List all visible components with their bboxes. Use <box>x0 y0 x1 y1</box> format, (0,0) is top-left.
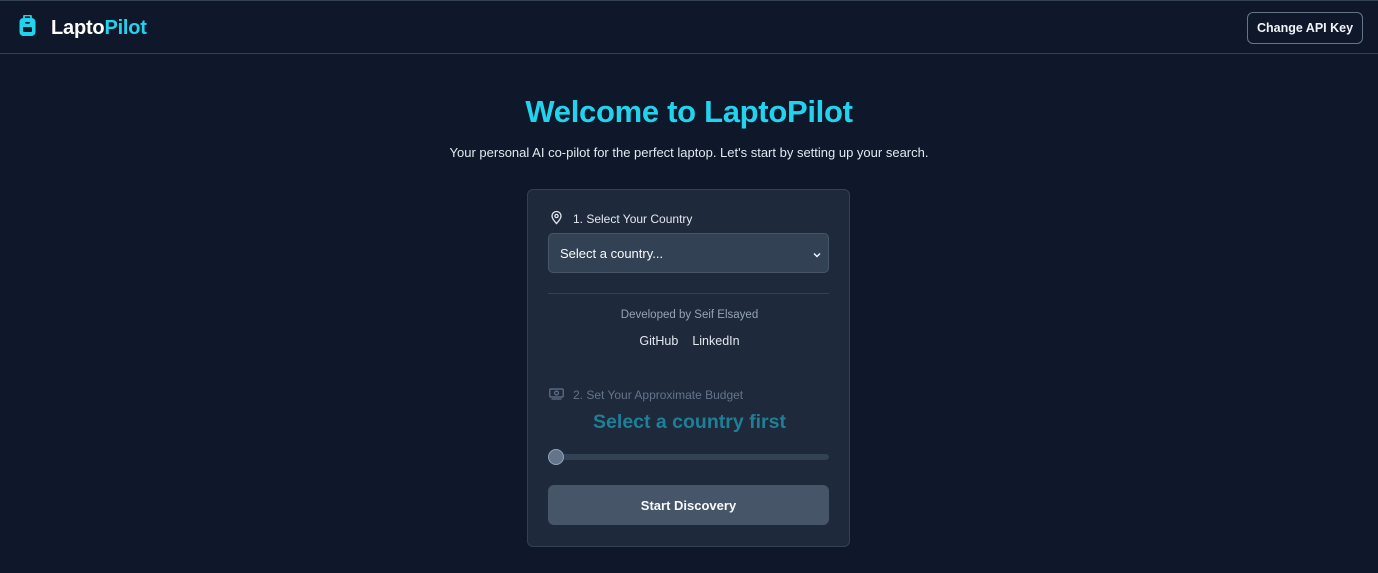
budget-label: 2. Set Your Approximate Budget <box>573 388 744 402</box>
page-title: Welcome to LaptoPilot <box>525 94 853 129</box>
country-select-value: Select a country... <box>560 245 664 261</box>
country-label: 1. Select Your Country <box>573 212 693 226</box>
country-select[interactable]: Select a country... <box>548 233 829 273</box>
top-bar: LaptoPilot Change API Key <box>0 0 1378 54</box>
start-discovery-button[interactable]: Start Discovery <box>548 485 829 525</box>
github-link[interactable]: GitHub <box>639 334 678 348</box>
country-label-row: 1. Select Your Country <box>549 210 692 228</box>
setup-card: 1. Select Your Country Select a country.… <box>527 189 850 547</box>
chevron-down-icon <box>812 248 822 258</box>
budget-slider-track[interactable] <box>548 454 829 460</box>
budget-slider-thumb[interactable] <box>548 449 564 465</box>
map-pin-icon <box>549 210 573 228</box>
brand-name-part1: Lapto <box>51 16 105 39</box>
social-links: GitHub LinkedIn <box>528 334 851 348</box>
divider <box>548 293 829 294</box>
linkedin-link[interactable]: LinkedIn <box>692 334 739 348</box>
brand[interactable]: LaptoPilot <box>18 14 147 42</box>
brand-name: LaptoPilot <box>51 17 147 40</box>
budget-placeholder: Select a country first <box>593 411 786 433</box>
brand-name-part2: Pilot <box>104 16 147 39</box>
budget-label-row: 2. Set Your Approximate Budget <box>549 386 743 404</box>
backpack-icon <box>18 14 37 42</box>
page-subtitle: Your personal AI co-pilot for the perfec… <box>449 145 929 160</box>
change-api-key-button[interactable]: Change API Key <box>1247 12 1363 44</box>
developer-credit: Developed by Seif Elsayed <box>620 309 759 321</box>
banknote-icon <box>549 386 573 404</box>
